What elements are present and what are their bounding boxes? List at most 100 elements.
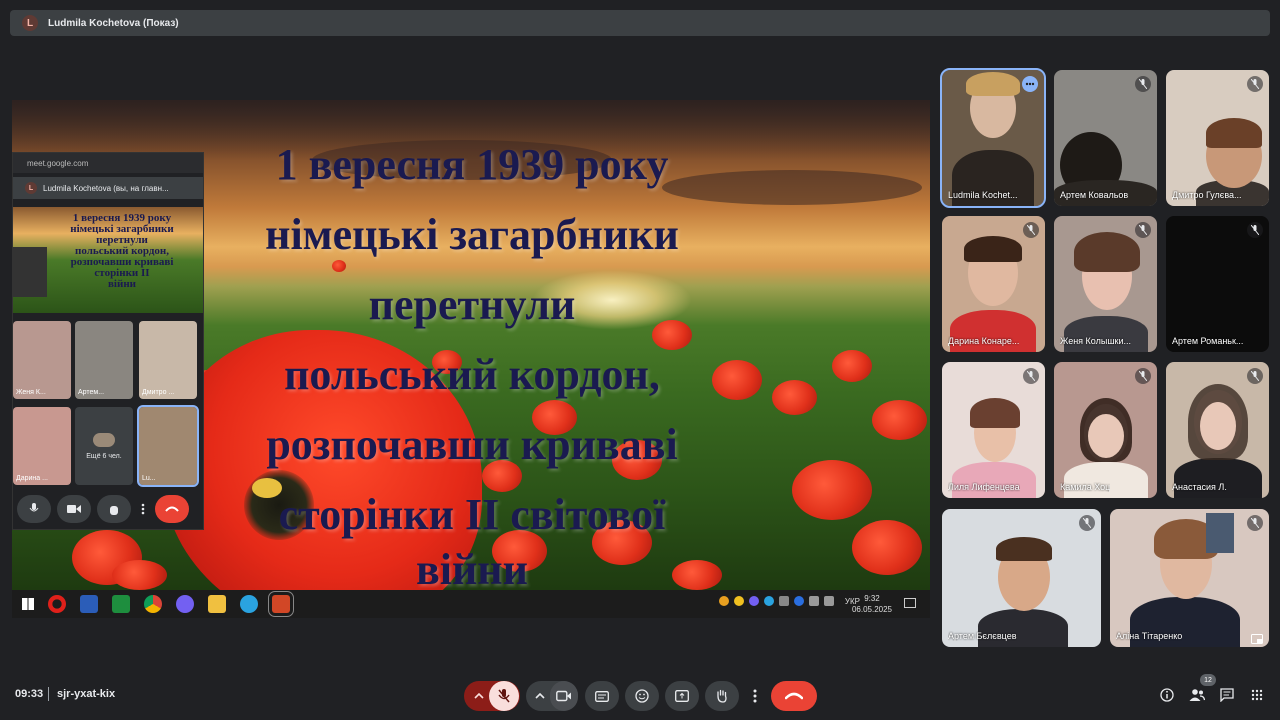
volume-icon[interactable]	[823, 596, 834, 606]
mini-tile-name: Дарина ...	[16, 475, 48, 482]
reactions-button[interactable]	[625, 681, 659, 711]
more-options-button[interactable]	[745, 681, 765, 711]
muted-mic-icon	[1247, 222, 1263, 238]
mini-tile: Артем...	[75, 321, 133, 399]
mini-slide-preview: 1 вересня 1939 року німецькі загарбники …	[13, 207, 203, 313]
pip-icon[interactable]	[1251, 631, 1263, 644]
activities-button[interactable]	[1248, 686, 1266, 704]
captions-button[interactable]	[585, 681, 619, 711]
participant-tile[interactable]: Артем Романьк...	[1166, 216, 1269, 352]
presenter-title: Ludmila Kochetova (Показ)	[48, 17, 179, 29]
people-icon	[1189, 689, 1205, 701]
participant-name: Дарина Конаре...	[948, 336, 1020, 346]
tray-app-icon[interactable]	[733, 596, 744, 606]
people-button[interactable]	[1188, 686, 1206, 704]
mini-slide-text: 1 вересня 1939 року німецькі загарбники …	[47, 213, 197, 290]
classroom-icon[interactable]	[112, 595, 130, 613]
meet-window: L Ludmila Kochetova (Показ) 1 вересня 19…	[0, 0, 1280, 720]
mini-hand-icon	[97, 495, 131, 523]
camera-icon	[556, 690, 571, 702]
participant-name: Дмитро Гулєва...	[1172, 190, 1242, 200]
opera-icon[interactable]	[48, 595, 66, 613]
tray-app-icon[interactable]	[763, 596, 774, 606]
grid-apps-icon	[1251, 689, 1263, 701]
viber-icon[interactable]	[176, 595, 194, 613]
muted-mic-icon	[1079, 515, 1095, 531]
participant-name: Артем Романьк...	[1172, 336, 1244, 346]
participant-name: Аліна Тітаренко	[1116, 631, 1183, 641]
participant-name: Камила Хоц	[1060, 482, 1111, 492]
bottom-bar: 09:33 sjr-yxat-kix	[0, 672, 1280, 720]
end-call-button[interactable]	[771, 681, 817, 711]
participant-name: Анастасия Л.	[1172, 482, 1227, 492]
participant-tile[interactable]: Дмитро Гулєва...	[1166, 70, 1269, 206]
participant-tile[interactable]: Артем Бєлєвцев	[942, 509, 1101, 647]
notification-icon[interactable]	[904, 598, 916, 608]
present-button[interactable]	[665, 681, 699, 711]
participant-tile[interactable]: Женя Колышки...	[1054, 216, 1157, 352]
windows-start-icon[interactable]	[22, 598, 34, 610]
participant-tile[interactable]: Аліна Тітаренко	[1110, 509, 1269, 647]
mic-off-icon	[498, 689, 510, 703]
mini-presenter-bar: L Ludmila Kochetova (вы, на главн...	[13, 177, 203, 199]
chrome-icon[interactable]	[144, 595, 162, 613]
mini-presenter-avatar: L	[25, 182, 37, 194]
raise-hand-button[interactable]	[705, 681, 739, 711]
taskbar-time: 9:32	[864, 594, 880, 603]
muted-mic-icon	[1135, 76, 1151, 92]
participant-tile[interactable]: Лиля Лифенцева	[942, 362, 1045, 498]
end-call-icon	[785, 692, 803, 700]
telegram-icon[interactable]	[240, 595, 258, 613]
tray-app-icon[interactable]	[748, 596, 759, 606]
taskbar-date: 06.05.2025	[851, 605, 892, 614]
mini-slide-line: війни	[107, 278, 136, 290]
participant-count-badge: 12	[1200, 674, 1216, 686]
divider	[48, 687, 49, 701]
hand-icon	[717, 689, 727, 703]
taskbar-clock[interactable]: 9:32 06.05.2025	[852, 593, 892, 615]
presenter-avatar: L	[22, 15, 38, 31]
file-explorer-icon[interactable]	[208, 595, 226, 613]
powerpoint-icon[interactable]	[268, 591, 294, 617]
more-people-avatars-icon	[93, 432, 115, 447]
mini-mic-icon	[17, 495, 51, 523]
mini-tile: Дмитро ...	[139, 321, 197, 399]
chevron-up-icon	[535, 693, 545, 699]
meeting-info-button[interactable]	[1158, 686, 1176, 704]
participant-tile[interactable]: Анастасия Л.	[1166, 362, 1269, 498]
mini-tile: Женя К...	[13, 321, 71, 399]
muted-mic-icon	[1135, 222, 1151, 238]
word-icon[interactable]	[80, 595, 98, 613]
mini-more-label: Ещё 6 чел.	[86, 452, 122, 460]
participant-tile[interactable]: Камила Хоц	[1054, 362, 1157, 498]
mini-more-tile: Ещё 6 чел.	[75, 407, 133, 485]
shared-screen[interactable]: 1 вересня 1939 року німецькі загарбники …	[12, 100, 930, 618]
mini-tile-name: Женя К...	[16, 389, 46, 396]
system-tray: УКР	[718, 596, 860, 606]
chat-button[interactable]	[1218, 686, 1236, 704]
more-vert-icon	[753, 689, 757, 703]
more-options-icon[interactable]	[1022, 76, 1038, 92]
network-icon[interactable]	[808, 596, 819, 606]
mini-url-bar: meet.google.com	[13, 153, 203, 173]
camera-button[interactable]	[550, 681, 578, 711]
mini-meet-window: meet.google.com L Ludmila Kochetova (вы,…	[12, 152, 204, 530]
captions-icon	[595, 690, 609, 702]
muted-mic-icon	[1023, 222, 1039, 238]
microphone-button[interactable]	[489, 681, 519, 711]
bluetooth-icon[interactable]	[793, 596, 804, 606]
chevron-up-icon	[474, 693, 484, 699]
mini-camera-icon	[57, 495, 91, 523]
tray-app-icon[interactable]	[778, 596, 789, 606]
mini-more-options-icon	[137, 495, 149, 523]
presenter-bar[interactable]: L Ludmila Kochetova (Показ)	[10, 10, 1270, 36]
participant-tile[interactable]: Ludmila Kochet...	[940, 68, 1046, 208]
mini-tile: Дарина ...	[13, 407, 71, 485]
participant-name: Лиля Лифенцева	[948, 482, 1020, 492]
meeting-code: sjr-yxat-kix	[57, 688, 116, 700]
participant-tile[interactable]: Артем Ковальов	[1054, 70, 1157, 206]
participant-name: Ludmila Kochet...	[948, 190, 1018, 200]
chat-icon	[1220, 688, 1234, 702]
participant-tile[interactable]: Дарина Конаре...	[942, 216, 1045, 352]
tray-app-icon[interactable]	[718, 596, 729, 606]
